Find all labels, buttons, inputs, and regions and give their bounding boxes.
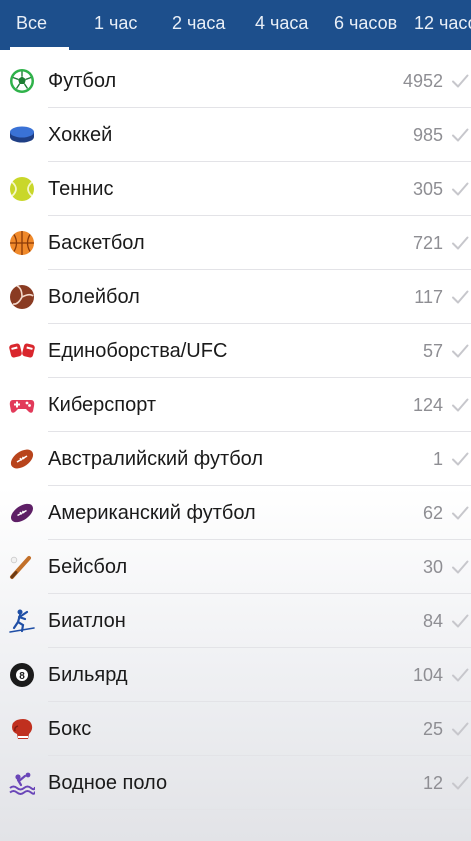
checkmark-icon[interactable] [451,73,469,89]
sport-name: Бейсбол [48,556,128,578]
sport-row-billiards[interactable]: 8 Бильярд 104 [0,648,471,702]
row-divider [48,809,471,810]
tab-1-hour[interactable]: 1 час [94,0,137,50]
event-count: 721 [412,233,443,253]
australian-football-icon [10,449,34,469]
billiard-ball-icon: 8 [10,663,34,687]
time-filter-tabbar: Все 1 час 2 часа 4 часа 6 часов 12 часов [0,0,471,50]
event-count: 4952 [402,71,443,91]
hockey-puck-icon [10,126,34,143]
sport-row-australian-football[interactable]: Австралийский футбол 1 [0,432,471,486]
tab-label: 2 часа [172,13,226,33]
biathlon-icon [9,609,35,633]
fighting-gloves-icon [9,343,35,358]
sport-name: Бокс [48,718,92,740]
sport-row-ufc[interactable]: Единоборства/UFC 57 [0,324,471,378]
tab-label: 6 часов [334,13,398,33]
checkmark-icon[interactable] [451,613,469,629]
checkmark-icon[interactable] [451,397,469,413]
event-count: 57 [422,341,443,361]
sport-row-hockey[interactable]: Хоккей 985 [0,108,471,162]
tab-4-hours[interactable]: 4 часа [255,0,308,50]
sport-name: Теннис [48,178,114,200]
sport-row-tennis[interactable]: Теннис 305 [0,162,471,216]
svg-text:8: 8 [19,671,25,682]
checkmark-icon[interactable] [451,721,469,737]
sport-row-biathlon[interactable]: Биатлон 84 [0,594,471,648]
sport-name: Единоборства/UFC [48,340,228,362]
event-count: 12 [422,773,443,793]
tab-12-hours[interactable]: 12 часов [414,0,471,50]
tennis-ball-icon [10,177,34,201]
checkmark-icon[interactable] [451,451,469,467]
gamepad-icon [9,400,35,413]
checkmark-icon[interactable] [451,181,469,197]
soccer-ball-icon [10,69,34,93]
sport-name: Баскетбол [48,232,145,254]
boxing-glove-icon [12,719,33,739]
event-count: 84 [422,611,443,631]
sport-name: Хоккей [48,124,113,146]
sport-row-american-football[interactable]: Американский футбол 62 [0,486,471,540]
checkmark-icon[interactable] [451,667,469,683]
volleyball-icon [10,285,34,309]
event-count: 30 [422,557,443,577]
sport-row-esports[interactable]: Киберспорт 124 [0,378,471,432]
checkmark-icon[interactable] [451,289,469,305]
event-count: 1 [432,449,443,469]
tab-label: 12 часов [414,13,471,33]
sport-name: Биатлон [48,610,126,632]
event-count: 124 [412,395,443,415]
sport-name: Киберспорт [48,394,157,416]
checkmark-icon[interactable] [451,559,469,575]
event-count: 985 [412,125,443,145]
sport-name: Водное поло [48,772,168,794]
baseball-bat-icon [10,556,31,579]
event-count: 25 [422,719,443,739]
basketball-icon [10,231,34,255]
active-tab-indicator [10,47,70,50]
tab-label: 1 час [94,13,138,33]
event-count: 104 [412,665,443,685]
sport-name: Австралийский футбол [48,448,264,470]
sport-row-water-polo[interactable]: Водное поло 12 [0,756,471,810]
sport-name: Волейбол [48,286,140,308]
sport-row-baseball[interactable]: Бейсбол 30 [0,540,471,594]
checkmark-icon[interactable] [451,235,469,251]
sports-list[interactable]: Футбол 4952 Хоккей 985 Теннис 305 Баскет… [0,54,471,841]
tab-6-hours[interactable]: 6 часов [334,0,397,50]
sport-name: Футбол [48,70,117,92]
tab-2-hours[interactable]: 2 часа [172,0,225,50]
sport-row-basketball[interactable]: Баскетбол 721 [0,216,471,270]
tab-all[interactable]: Все [10,0,70,50]
sport-name: Бильярд [48,664,128,686]
sport-name: Американский футбол [48,502,256,524]
checkmark-icon[interactable] [451,775,469,791]
american-football-icon [11,503,33,523]
checkmark-icon[interactable] [451,127,469,143]
event-count: 305 [412,179,443,199]
checkmark-icon[interactable] [451,343,469,359]
event-count: 62 [422,503,443,523]
water-polo-icon [9,772,35,795]
checkmark-icon[interactable] [451,505,469,521]
sport-row-football[interactable]: Футбол 4952 [0,54,471,108]
tab-label: Все [16,13,48,33]
sport-row-volleyball[interactable]: Волейбол 117 [0,270,471,324]
tab-label: 4 часа [255,13,309,33]
event-count: 117 [414,287,443,307]
sport-row-boxing[interactable]: Бокс 25 [0,702,471,756]
